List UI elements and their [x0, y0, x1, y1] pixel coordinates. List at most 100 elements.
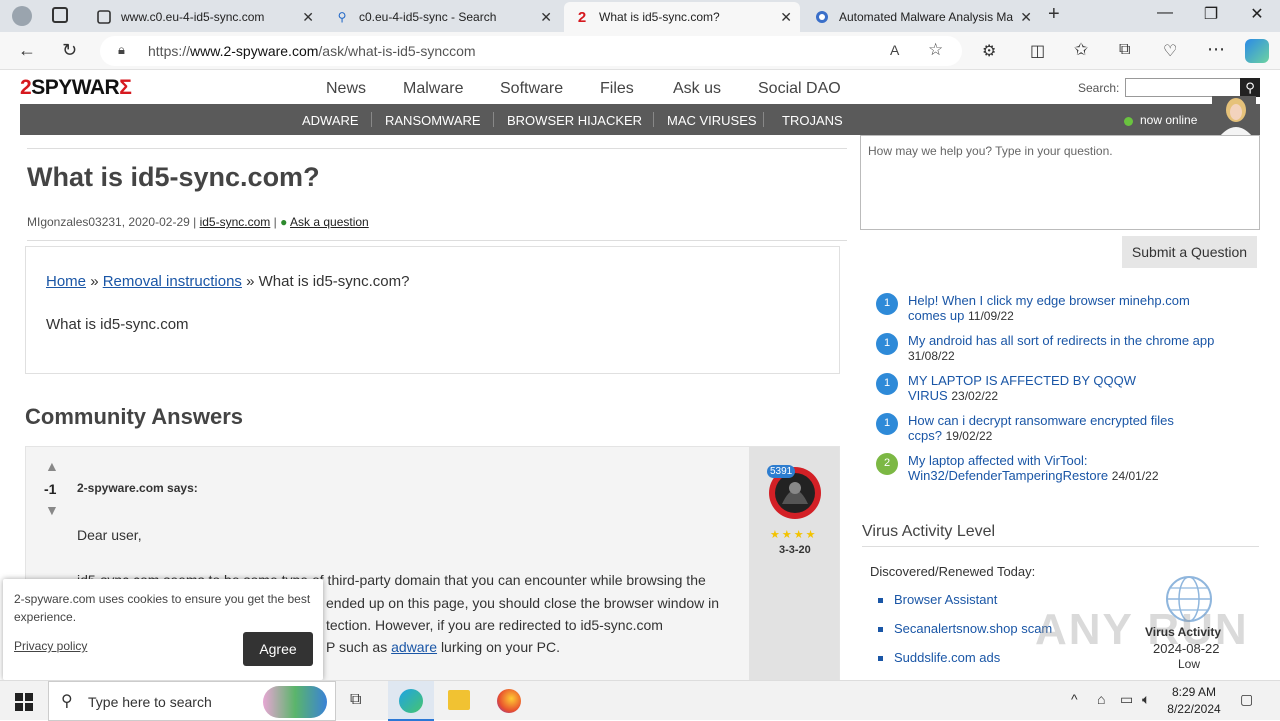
file-explorer-icon[interactable] [448, 690, 470, 710]
divider [862, 546, 1259, 547]
virus-activity-date: 2024-08-22 [1153, 641, 1220, 656]
subnav-trojans[interactable]: TROJANS [782, 113, 843, 128]
site-search-input[interactable] [1125, 78, 1241, 97]
agree-button[interactable]: Agree [243, 632, 313, 666]
system-clock[interactable]: 8:29 AM 8/22/2024 [1164, 684, 1224, 718]
minimize-icon[interactable]: — [1142, 4, 1188, 22]
subnav-mac-viruses[interactable]: MAC VIRUSES [667, 113, 757, 128]
subnav-browser-hijacker[interactable]: BROWSER HIJACKER [507, 113, 642, 128]
collections-icon[interactable]: ⧉ [1119, 41, 1130, 59]
support-agent-avatar [1212, 96, 1256, 136]
close-icon[interactable]: ✕ [1020, 9, 1032, 26]
close-icon[interactable]: ✕ [780, 9, 792, 26]
split-screen-icon[interactable]: ◫ [1030, 41, 1045, 61]
breadcrumb-home[interactable]: Home [46, 273, 86, 290]
refresh-icon[interactable]: ↻ [62, 40, 77, 61]
taskbar-edge[interactable] [388, 681, 434, 721]
browser-essentials-icon[interactable]: ♡ [1163, 41, 1177, 61]
notifications-icon[interactable]: ▢ [1240, 691, 1253, 708]
nav-software[interactable]: Software [500, 80, 563, 98]
shield-icon [814, 9, 830, 25]
author-date: MIgonzales03231, 2020-02-29 | [27, 215, 197, 229]
community-answers-title: Community Answers [25, 404, 244, 429]
network-icon[interactable]: ⌂ [1097, 691, 1105, 707]
virus-activity-title: Virus Activity Level [862, 523, 996, 540]
subnav-adware[interactable]: ADWARE [302, 113, 359, 128]
volume-icon[interactable]: 🔈︎ [1142, 691, 1150, 708]
virus-link[interactable]: Browser Assistant [894, 592, 997, 607]
favorites-icon[interactable]: ✩ [1074, 40, 1088, 60]
nav-malware[interactable]: Malware [403, 80, 463, 98]
close-icon[interactable]: ✕ [302, 9, 314, 26]
answer-count-badge: 1 [876, 413, 898, 435]
read-aloud-icon[interactable]: A [890, 42, 899, 58]
search-highlight-icon [263, 686, 327, 718]
answer-author: 2-spyware.com says: [77, 481, 198, 495]
lock-icon[interactable]: 🔒︎ [118, 42, 125, 58]
new-tab-icon[interactable]: + [1048, 3, 1060, 26]
divider [371, 112, 372, 127]
site-logo-icon: 2 [577, 8, 587, 26]
close-icon[interactable]: ✕ [540, 9, 552, 26]
tab-2[interactable]: ⚲ c0.eu-4-id5-sync - Search ✕ [324, 2, 560, 32]
upvote-icon[interactable]: ▲ [45, 458, 59, 474]
question-link[interactable]: Help! When I click my edge browser mineh… [908, 293, 1190, 323]
nav-news[interactable]: News [326, 80, 366, 98]
answer-line: tection. However, if you are redirected … [326, 617, 663, 633]
question-text: What is id5-sync.com [46, 316, 189, 333]
site-logo[interactable]: 2SPYWARΣ [20, 76, 132, 100]
nav-files[interactable]: Files [600, 80, 634, 98]
tab-4[interactable]: Automated Malware Analysis Ma ✕ [804, 2, 1040, 32]
subnav-ransomware[interactable]: RANSOMWARE [385, 113, 481, 128]
nav-social-dao[interactable]: Social DAO [758, 80, 841, 98]
submit-question-button[interactable]: Submit a Question [1122, 236, 1257, 268]
discovered-label: Discovered/Renewed Today: [870, 564, 1036, 579]
nav-ask-us[interactable]: Ask us [673, 80, 721, 98]
tag-link[interactable]: id5-sync.com [200, 215, 271, 229]
task-view-icon[interactable]: ⧉ [350, 691, 361, 709]
cookie-banner: 2-spyware.com uses cookies to ensure you… [3, 579, 323, 680]
search-icon[interactable]: ⚲ [1240, 78, 1260, 97]
tab-title: Automated Malware Analysis Ma [839, 10, 1014, 24]
virus-link[interactable]: Suddslife.com ads [894, 650, 1000, 665]
divider [763, 112, 764, 127]
taskbar: ⚲ Type here to search ⧉ ^ ⌂ ▭ 🔈︎ 8:29 AM… [0, 680, 1280, 721]
privacy-policy-link[interactable]: Privacy policy [14, 639, 87, 653]
virus-link[interactable]: Secanalertsnow.shop scam [894, 621, 1052, 636]
answer-date: 3-3-20 [779, 544, 811, 556]
vote-score: -1 [44, 481, 57, 497]
downvote-icon[interactable]: ▼ [45, 502, 59, 518]
tab-actions-icon[interactable] [52, 7, 68, 23]
extensions-icon[interactable]: ⚙ [982, 41, 996, 61]
url-field[interactable]: 🔒︎ https://www.2-spyware.com/ask/what-is… [100, 36, 962, 66]
breadcrumb-removal-instructions[interactable]: Removal instructions [103, 273, 242, 290]
ask-question-link[interactable]: Ask a question [290, 215, 369, 229]
restore-icon[interactable]: ❐ [1188, 4, 1234, 24]
question-link[interactable]: My android has all sort of redirects in … [908, 333, 1214, 348]
question-link[interactable]: My laptop affected with VirTool: Win32/D… [908, 453, 1108, 483]
profile-avatar-icon[interactable] [12, 6, 32, 26]
windows-start-icon[interactable] [15, 693, 33, 711]
window-close-icon[interactable]: ✕ [1234, 4, 1280, 24]
divider [27, 240, 847, 241]
taskbar-search[interactable]: ⚲ Type here to search [48, 681, 336, 721]
web-page: 2SPYWARΣ News Malware Software Files Ask… [0, 70, 1280, 680]
more-menu-icon[interactable]: ⋯ [1207, 39, 1225, 60]
monitor-icon[interactable]: ▭ [1120, 691, 1133, 708]
copilot-icon[interactable] [1245, 39, 1269, 63]
adware-link[interactable]: adware [391, 639, 437, 655]
back-icon[interactable]: ← [18, 40, 36, 61]
category-nav: ADWARE RANSOMWARE BROWSER HIJACKER MAC V… [20, 104, 860, 135]
edge-icon [399, 689, 423, 713]
answer-count-badge: 1 [876, 373, 898, 395]
chevron-up-icon[interactable]: ^ [1071, 691, 1078, 707]
tab-1[interactable]: www.c0.eu-4-id5-sync.com ✕ [86, 2, 322, 32]
firefox-icon[interactable] [497, 689, 521, 713]
divider [493, 112, 494, 127]
tab-3-active[interactable]: 2 What is id5-sync.com? ✕ [564, 2, 800, 32]
question-textarea[interactable]: How may we help you? Type in your questi… [860, 135, 1260, 230]
favorite-star-icon[interactable]: ☆ [928, 40, 943, 60]
question-link[interactable]: MY LAPTOP IS AFFECTED BY QQQW VIRUS [908, 373, 1136, 403]
answer-count-badge: 1 [876, 333, 898, 355]
page-icon [96, 9, 112, 25]
